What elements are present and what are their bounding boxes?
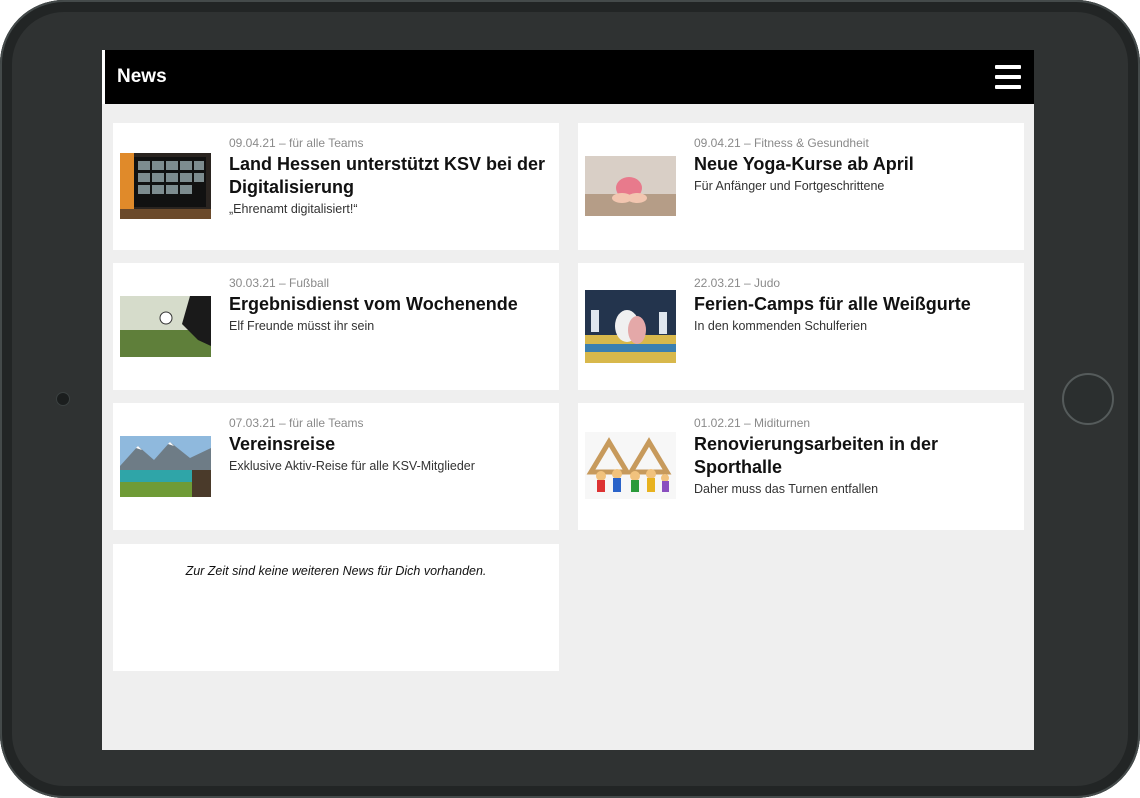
front-camera	[56, 392, 70, 406]
news-card[interactable]: 01.02.21 – Miditurnen Renovierungsarbeit…	[578, 403, 1024, 530]
news-card[interactable]: 22.03.21 – Judo Ferien-Camps für alle We…	[578, 263, 1024, 390]
empty-state-message: Zur Zeit sind keine weiteren News für Di…	[185, 564, 487, 578]
news-title: Land Hessen unterstützt KSV bei der Digi…	[229, 154, 546, 197]
news-meta: 09.04.21 – Fitness & Gesundheit	[694, 136, 869, 150]
news-subtitle: In den kommenden Schulferien	[694, 319, 868, 333]
mountain-lake-image	[120, 436, 211, 497]
news-title: Ergebnisdienst vom Wochenende	[229, 294, 518, 314]
yoga-pose-image	[585, 156, 676, 216]
football-kick-image	[120, 296, 211, 357]
news-title: Vereinsreise	[229, 434, 336, 454]
top-bar: News	[102, 50, 1034, 104]
video-conference-image	[120, 153, 211, 219]
news-card[interactable]: 09.04.21 – Fitness & Gesundheit Neue Yog…	[578, 123, 1024, 250]
home-button[interactable]	[1062, 373, 1114, 425]
hamburger-menu-icon[interactable]	[995, 65, 1021, 89]
news-subtitle: Elf Freunde müsst ihr sein	[229, 319, 375, 333]
news-subtitle: Daher muss das Turnen entfallen	[694, 482, 879, 496]
news-title: Neue Yoga-Kurse ab April	[694, 154, 914, 174]
news-meta: 09.04.21 – für alle Teams	[229, 136, 364, 150]
news-meta: 22.03.21 – Judo	[694, 276, 781, 290]
news-meta: 30.03.21 – Fußball	[229, 276, 330, 290]
news-title: Ferien-Camps für alle Weißgurte	[694, 294, 971, 314]
app-screen: News 09.04.21 – für alle Teams Land Hess…	[102, 50, 1034, 750]
news-subtitle: Für Anfänger und Fortgeschrittene	[694, 179, 885, 193]
header-accent	[102, 50, 105, 104]
news-meta: 07.03.21 – für alle Teams	[229, 416, 364, 430]
news-subtitle: „Ehrenamt digitalisiert!“	[229, 202, 358, 216]
news-card[interactable]: 07.03.21 – für alle Teams Vereinsreise E…	[113, 403, 559, 530]
news-card[interactable]: 09.04.21 – für alle Teams Land Hessen un…	[113, 123, 559, 250]
judo-match-image	[585, 290, 676, 363]
news-meta: 01.02.21 – Miditurnen	[694, 416, 811, 430]
news-title: Renovierungsarbeiten in der Sporthalle	[694, 434, 939, 477]
news-card[interactable]: 30.03.21 – Fußball Ergebnisdienst vom Wo…	[113, 263, 559, 390]
news-subtitle: Exklusive Aktiv-Reise für alle KSV-Mitgl…	[229, 459, 475, 473]
page-title: News	[117, 66, 167, 87]
toy-figures-image	[585, 432, 676, 499]
empty-state-card: Zur Zeit sind keine weiteren News für Di…	[113, 544, 559, 671]
